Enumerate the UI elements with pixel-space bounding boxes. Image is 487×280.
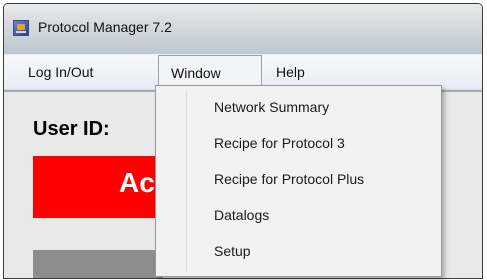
status-panel: Ac bbox=[33, 156, 163, 218]
menu-log-in-out[interactable]: Log In/Out bbox=[28, 55, 138, 89]
window-menu-dropdown: Network Summary Recipe for Protocol 3 Re… bbox=[155, 85, 442, 277]
menu-help[interactable]: Help bbox=[276, 55, 336, 89]
menu-item-recipe-protocol-plus[interactable]: Recipe for Protocol Plus bbox=[214, 166, 364, 192]
title-bar: Protocol Manager 7.2 bbox=[4, 4, 482, 54]
gray-panel bbox=[33, 250, 163, 278]
menu-item-network-summary[interactable]: Network Summary bbox=[214, 94, 329, 120]
status-text: Ac bbox=[119, 167, 155, 198]
menu-item-setup[interactable]: Setup bbox=[214, 238, 251, 264]
user-id-label: User ID: bbox=[33, 118, 110, 140]
window-title: Protocol Manager 7.2 bbox=[38, 19, 172, 35]
menu-item-datalogs[interactable]: Datalogs bbox=[214, 202, 269, 228]
menu-item-recipe-protocol-3[interactable]: Recipe for Protocol 3 bbox=[214, 130, 345, 156]
app-icon[interactable] bbox=[13, 20, 29, 36]
